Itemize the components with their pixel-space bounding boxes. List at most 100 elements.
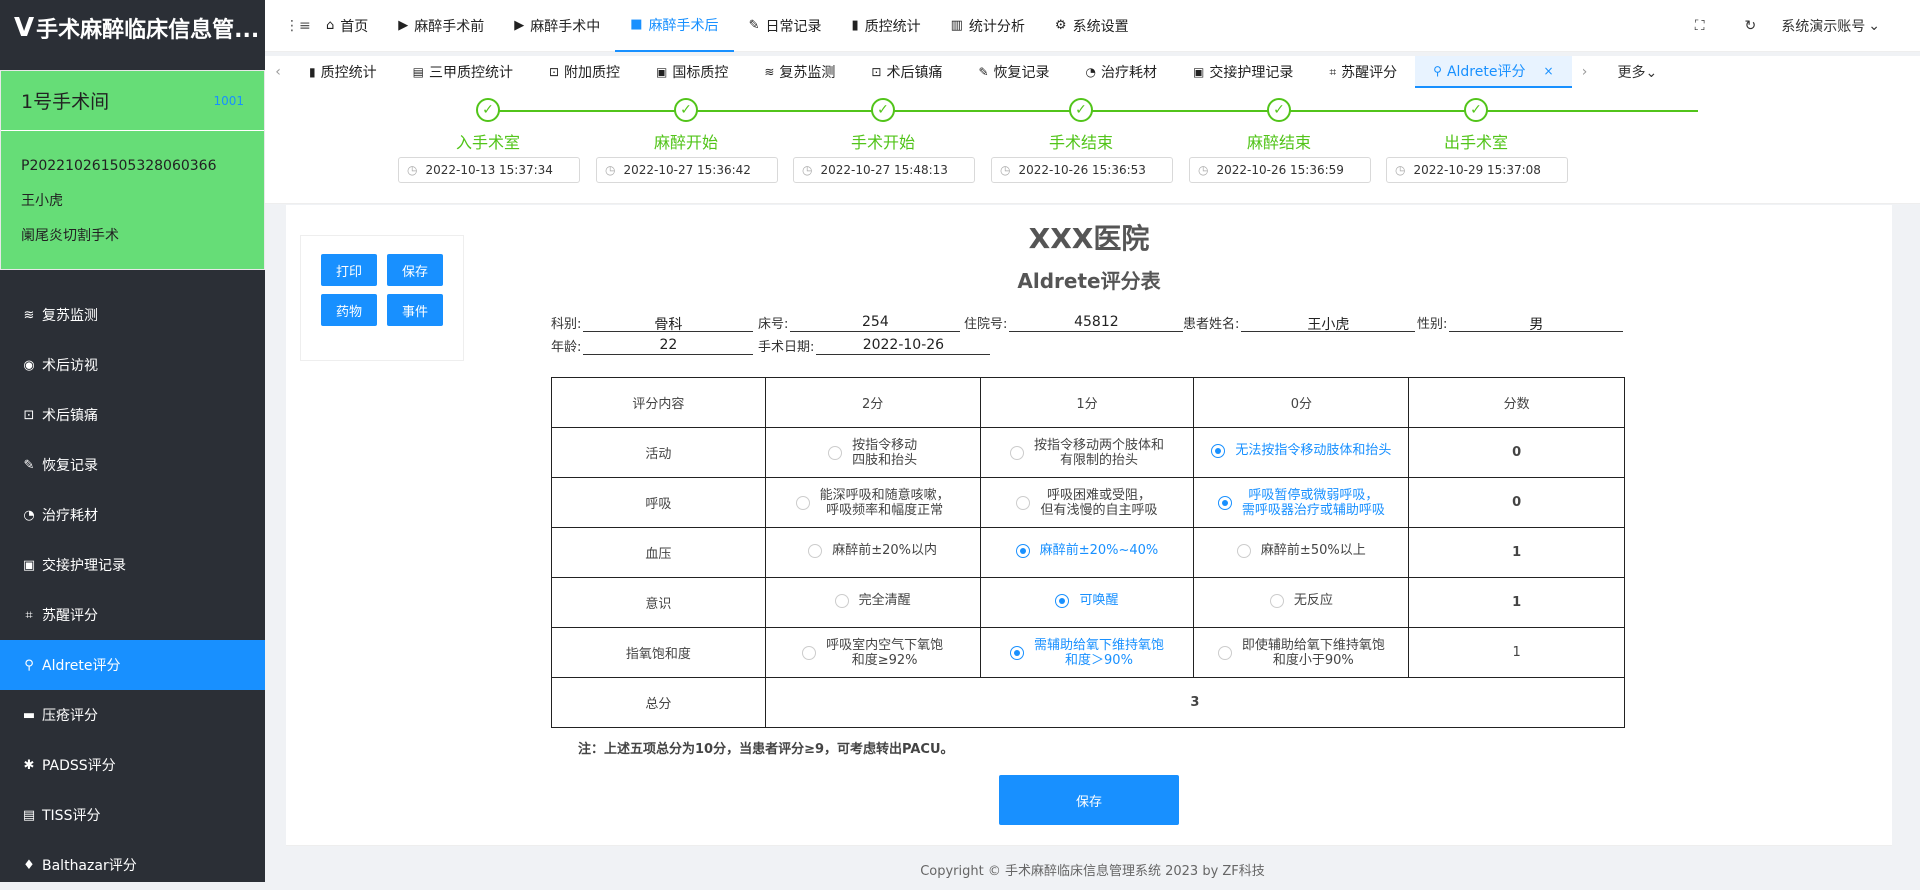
score-option[interactable]: 麻醉前±20%以内 xyxy=(808,543,937,558)
tab-close-icon[interactable]: × xyxy=(1543,64,1553,78)
form-title: Aldrete评分表 xyxy=(1017,269,1161,293)
radio-unselected[interactable] xyxy=(1217,645,1232,660)
score-note: 注：上述五项总分为10分，当患者评分≥9，可考虑转出PACU。 xyxy=(578,742,954,757)
patient-id: P20221026150532806036​6 xyxy=(21,158,217,174)
score-option[interactable]: 需辅助给氧下维持氧饱 和度＞90% xyxy=(1009,638,1164,668)
step-label: 手术结束 xyxy=(1048,133,1113,152)
nav-item[interactable]: ▶ 麻醉手术中 xyxy=(499,0,615,52)
app-logo[interactable]: V 手术麻醉临床信息管... xyxy=(0,0,265,56)
fullscreen-icon[interactable]: ⛶ xyxy=(1695,18,1705,34)
score-option-cell: 按指令移动两个肢体和 有限制的抬头 xyxy=(979,427,1195,478)
sidebar-item-label: 压疮评分 xyxy=(42,708,98,724)
score-option[interactable]: 呼吸暂停或微弱呼吸， 需呼吸器治疗或辅助呼吸 xyxy=(1217,487,1385,518)
radio-unselected[interactable] xyxy=(834,593,849,608)
sex-field: 性别: 男 xyxy=(1417,313,1624,333)
radio-selected[interactable] xyxy=(1211,443,1226,458)
tab-scroll-right-icon[interactable]: › xyxy=(1572,64,1598,80)
radio-unselected[interactable] xyxy=(1016,495,1031,510)
sidebar-item[interactable]: ▤ TISS评分 xyxy=(0,790,265,840)
sidebar-menu: ≋ 复苏监测 ◉ 术后访视 ⊡ 术后镇痛 ✎ 恢复记录 ◔ 治疗耗材 ▣ 交接护理记录 ⌗ 苏醒评分 ⚲ Al… xyxy=(0,290,265,890)
score-option-cell: 能深呼吸和随意咳嗽， 呼吸频率和幅度正常 xyxy=(764,477,981,528)
radio-unselected[interactable] xyxy=(1236,543,1251,558)
tab[interactable]: ◔ 治疗耗材 xyxy=(1068,56,1175,88)
score-option[interactable]: 麻醉前±50%以上 xyxy=(1236,543,1366,558)
radio-unselected[interactable] xyxy=(795,495,810,510)
step-time-field[interactable]: ◷ 2022-10-29 15:37:08 xyxy=(1386,157,1568,183)
step-time-field[interactable]: ◷ 2022-10-26 15:36:59 xyxy=(1189,157,1371,183)
nav-item[interactable]: ▮ 质控统计 xyxy=(836,0,935,52)
sidebar-item[interactable]: ≋ 复苏监测 xyxy=(0,290,265,340)
nav-item[interactable]: ⌂ 首页 xyxy=(311,0,383,52)
score-option[interactable]: 呼吸室内空气下氧饱 和度≥92% xyxy=(802,638,943,668)
tab[interactable]: ▣ 交接护理记录 xyxy=(1175,56,1311,88)
tab-scroll-left-icon[interactable]: ‹ xyxy=(265,64,291,80)
sidebar-item[interactable]: ▬ 压疮评分 xyxy=(0,690,265,740)
sidebar-item[interactable]: ◉ 术后访视 xyxy=(0,340,265,390)
tabs-more-button[interactable]: 更多⌄ xyxy=(1618,62,1658,82)
tab[interactable]: ▤ 三甲质控统计 xyxy=(395,56,531,88)
surgery-name: 阑尾炎切割手术 xyxy=(21,228,119,244)
sidebar-item[interactable]: ✱ PADSS评分 xyxy=(0,740,265,790)
score-option[interactable]: 能深呼吸和随意咳嗽， 呼吸频率和幅度正常 xyxy=(795,488,950,518)
tab[interactable]: ▮ 质控统计 xyxy=(291,56,395,88)
sidebar-item[interactable]: ▣ 交接护理记录 xyxy=(0,540,265,590)
score-value-cell: 1 xyxy=(1408,577,1625,628)
step-time-field[interactable]: ◷ 2022-10-26 15:36:53 xyxy=(991,157,1173,183)
nav-item-icon: ■ xyxy=(630,17,643,32)
score-option[interactable]: 无反应 xyxy=(1269,593,1333,608)
radio-unselected[interactable] xyxy=(1269,593,1284,608)
nav-item-label: 麻醉手术中 xyxy=(530,18,601,35)
score-option[interactable]: 呼吸困难或受阻， 但有浅慢的自主呼吸 xyxy=(1016,488,1158,518)
sidebar-item[interactable]: ⊡ 术后镇痛 xyxy=(0,390,265,440)
nav-item[interactable]: ▶ 麻醉手术前 xyxy=(383,0,499,52)
event-button[interactable]: 事件 xyxy=(387,294,443,326)
tab-icon: ▣ xyxy=(656,65,668,79)
radio-selected[interactable] xyxy=(1217,495,1232,510)
account-menu[interactable]: ↻ 系统演示账号 ⌄ xyxy=(1725,16,1880,36)
dept-label: 科别: xyxy=(551,317,582,332)
radio-selected[interactable] xyxy=(1055,593,1070,608)
score-option[interactable]: 即使辅助给氧下维持氧饱 和度小于90% xyxy=(1217,638,1385,668)
option-label: 呼吸暂停或微弱呼吸， 需呼吸器治疗或辅助呼吸 xyxy=(1241,487,1385,518)
step-time-field[interactable]: ◷ 2022-10-27 15:36:42 xyxy=(596,157,778,183)
radio-unselected[interactable] xyxy=(828,445,843,460)
score-option[interactable]: 麻醉前±20%~40% xyxy=(1015,543,1158,558)
drug-button[interactable]: 药物 xyxy=(321,294,377,326)
step-time-field[interactable]: ◷ 2022-10-27 15:48:13 xyxy=(793,157,975,183)
score-option[interactable]: 按指令移动 四肢和抬头 xyxy=(828,438,917,468)
tab[interactable]: ▣ 国标质控 xyxy=(638,56,746,88)
score-option[interactable]: 可唤醒 xyxy=(1055,593,1119,608)
nav-item[interactable]: ⚙ 系统设置 xyxy=(1040,0,1144,52)
radio-unselected[interactable] xyxy=(1009,445,1024,460)
nav-item[interactable]: ✎ 日常记录 xyxy=(734,0,837,52)
sidebar-item[interactable]: ⌗ 苏醒评分 xyxy=(0,590,265,640)
nav-item-icon: ▶ xyxy=(514,18,525,33)
sidebar-item[interactable]: ♦ Balthazar评分 xyxy=(0,840,265,890)
tab[interactable]: ⊡ 附加质控 xyxy=(531,56,638,88)
nav-item[interactable]: ■ 麻醉手术后 xyxy=(615,0,734,52)
radio-unselected[interactable] xyxy=(808,543,823,558)
sidebar-item-icon: ▬ xyxy=(22,707,36,723)
sidebar-item[interactable]: ✎ 恢复记录 xyxy=(0,440,265,490)
save-form-button[interactable]: 保存 xyxy=(999,775,1179,825)
patient-name-field: 患者姓名: 王小虎 xyxy=(1183,313,1416,333)
sidebar-item-label: 术后镇痛 xyxy=(42,408,98,424)
sidebar-item[interactable]: ⚲ Aldrete评分 xyxy=(0,640,265,690)
score-option[interactable]: 按指令移动两个肢体和 有限制的抬头 xyxy=(1009,438,1164,468)
tab[interactable]: ⊡ 术后镇痛 xyxy=(853,56,960,88)
tab[interactable]: ≋ 复苏监测 xyxy=(746,56,853,88)
sidebar-item[interactable]: ◔ 治疗耗材 xyxy=(0,490,265,540)
step-time-field[interactable]: ◷ 2022-10-13 15:37:34 xyxy=(398,157,580,183)
radio-selected[interactable] xyxy=(1009,645,1024,660)
radio-unselected[interactable] xyxy=(802,645,817,660)
score-option[interactable]: 完全清醒 xyxy=(834,593,911,608)
tab-list: ▮ 质控统计 ▤ 三甲质控统计 ⊡ 附加质控 ▣ 国标质控 ≋ 复苏监测 ⊡ 术后镇痛 ✎ 恢复记录 ◔ 治疗… xyxy=(291,56,1572,88)
step-label: 麻醉开始 xyxy=(653,133,718,152)
tab[interactable]: ⚲ Aldrete评分 × xyxy=(1415,56,1572,88)
collapse-menu-icon[interactable]: ⋮≡ xyxy=(285,18,311,34)
nav-item[interactable]: ▥ 统计分析 xyxy=(936,0,1040,52)
tab[interactable]: ⌗ 苏醒评分 xyxy=(1311,56,1415,88)
tab[interactable]: ✎ 恢复记录 xyxy=(960,56,1067,88)
score-option[interactable]: 无法按指令移动肢体和抬头 xyxy=(1211,443,1391,458)
radio-selected[interactable] xyxy=(1015,543,1030,558)
